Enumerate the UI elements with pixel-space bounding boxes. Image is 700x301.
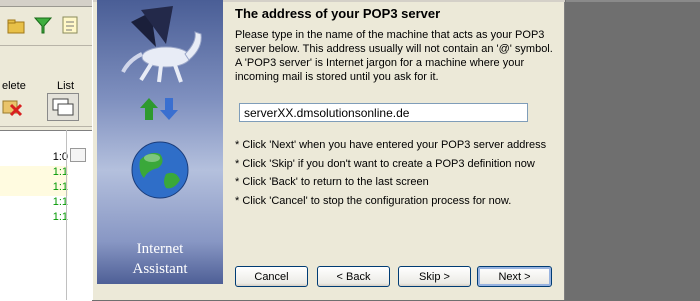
list-row[interactable]: 1:1 bbox=[0, 166, 68, 181]
instruction-cancel: * Click 'Cancel' to stop the configurati… bbox=[235, 194, 512, 207]
pop3-server-input[interactable] bbox=[239, 103, 528, 122]
brand-line-1: Internet bbox=[136, 241, 184, 257]
list-row[interactable]: 1:0 bbox=[0, 151, 68, 166]
background-app-window: elete List 1:0 1:1 1:1 1:1 1:1 bbox=[0, 0, 92, 301]
instruction-next: * Click 'Next' when you have entered you… bbox=[235, 139, 547, 151]
up-down-arrows-icon bbox=[140, 98, 178, 120]
folder-icon[interactable] bbox=[6, 16, 26, 36]
list-row[interactable]: 1:1 bbox=[0, 211, 68, 226]
background-toolbar-secondary: elete List bbox=[0, 76, 92, 127]
list-label: List bbox=[57, 80, 75, 92]
list-view-icon[interactable] bbox=[47, 93, 79, 121]
instruction-skip: * Click 'Skip' if you don't want to crea… bbox=[235, 157, 535, 170]
list-row[interactable]: 1:1 bbox=[0, 196, 68, 211]
internet-assistant-dialog: Internet Assistant The address of your P… bbox=[92, 0, 565, 300]
back-button[interactable]: < Back bbox=[317, 266, 390, 287]
column-header-button[interactable] bbox=[70, 148, 86, 162]
globe-icon bbox=[131, 141, 189, 199]
delete-icon[interactable] bbox=[2, 96, 23, 117]
list-row[interactable]: 1:1 bbox=[0, 181, 68, 196]
background-window-edge bbox=[566, 0, 700, 2]
cancel-button[interactable]: Cancel bbox=[235, 266, 308, 287]
notes-icon[interactable] bbox=[60, 15, 80, 35]
wizard-sidebar: Internet Assistant bbox=[97, 0, 223, 284]
pegasus-icon bbox=[121, 6, 202, 83]
column-divider bbox=[66, 130, 67, 300]
wizard-content: The address of your POP3 server Please t… bbox=[235, 0, 565, 300]
instructions-list: * Click 'Next' when you have entered you… bbox=[235, 136, 565, 210]
delete-label: elete bbox=[2, 80, 26, 92]
background-menubar bbox=[0, 0, 92, 7]
instruction-back: * Click 'Back' to return to the last scr… bbox=[235, 176, 429, 188]
filter-icon[interactable] bbox=[33, 15, 53, 35]
description-text: Please type in the name of the machine t… bbox=[235, 29, 553, 83]
background-desktop-right bbox=[566, 0, 700, 300]
background-toolbar bbox=[0, 7, 92, 46]
next-button[interactable]: Next > bbox=[477, 266, 552, 287]
skip-button[interactable]: Skip > bbox=[398, 266, 471, 287]
page-title: The address of your POP3 server bbox=[235, 6, 441, 21]
brand-line-2: Assistant bbox=[132, 261, 188, 277]
